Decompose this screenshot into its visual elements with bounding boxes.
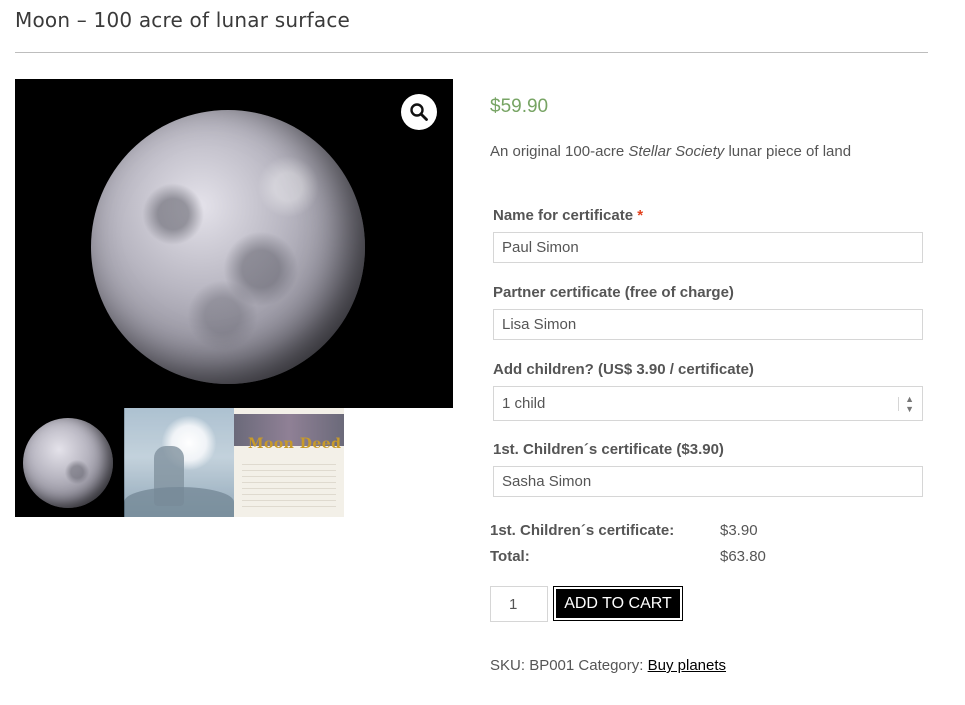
children-selected-value: 1 child <box>502 395 546 412</box>
add-to-cart-button[interactable]: ADD TO CART <box>553 586 683 621</box>
description-text-1: An original 100-acre <box>490 143 629 160</box>
totals-line: 1st. Children´s certificate: $3.90 <box>490 522 758 539</box>
totals-total-label: Total: <box>490 548 530 565</box>
name-label: Name for certificate * <box>493 207 643 224</box>
deed-title: Moon Deed <box>248 436 342 452</box>
hill-silhouette <box>124 487 234 517</box>
totals-line-label: 1st. Children´s certificate: <box>490 522 675 539</box>
deed-text-lines <box>242 464 336 512</box>
name-label-text: Name for certificate <box>493 207 634 224</box>
children-label: Add children? (US$ 3.90 / certificate) <box>493 361 754 378</box>
name-field[interactable] <box>493 232 923 263</box>
child1-field[interactable] <box>493 466 923 497</box>
product-meta: SKU: BP001 Category: Buy planets <box>490 657 726 674</box>
title-divider <box>15 52 928 53</box>
moon-thumbnail-image <box>23 418 113 508</box>
quantity-input[interactable] <box>490 586 548 622</box>
sku-value: BP001 <box>529 657 575 674</box>
sku-label: SKU: <box>490 657 526 674</box>
product-description: An original 100-acre Stellar Society lun… <box>490 143 851 160</box>
thumbnail-deed[interactable]: Moon Deed <box>234 408 344 517</box>
category-label: Category: <box>578 657 644 674</box>
select-arrows-icon: ▲ ▼ <box>898 394 914 414</box>
product-main-image[interactable] <box>15 79 453 408</box>
description-emphasis: Stellar Society <box>628 143 725 160</box>
thumbnail-moon[interactable] <box>15 408 125 517</box>
required-mark: * <box>637 207 644 224</box>
partner-label: Partner certificate (free of charge) <box>493 284 734 301</box>
moon-image <box>91 110 365 384</box>
category-link[interactable]: Buy planets <box>648 657 726 674</box>
child1-label: 1st. Children´s certificate ($3.90) <box>493 441 724 458</box>
zoom-button[interactable] <box>401 94 437 130</box>
totals-total: Total: $63.80 <box>490 548 766 565</box>
thumbnail-person-moon[interactable] <box>124 408 234 517</box>
children-select[interactable]: 1 child ▲ ▼ <box>493 386 923 421</box>
totals-total-value: $63.80 <box>720 548 766 565</box>
partner-field[interactable] <box>493 309 923 340</box>
description-text-2: lunar piece of land <box>724 143 852 160</box>
totals-line-value: $3.90 <box>720 522 758 539</box>
search-icon <box>410 103 428 121</box>
product-price: $59.90 <box>490 96 549 117</box>
product-title: Moon – 100 acre of lunar surface <box>15 8 351 32</box>
